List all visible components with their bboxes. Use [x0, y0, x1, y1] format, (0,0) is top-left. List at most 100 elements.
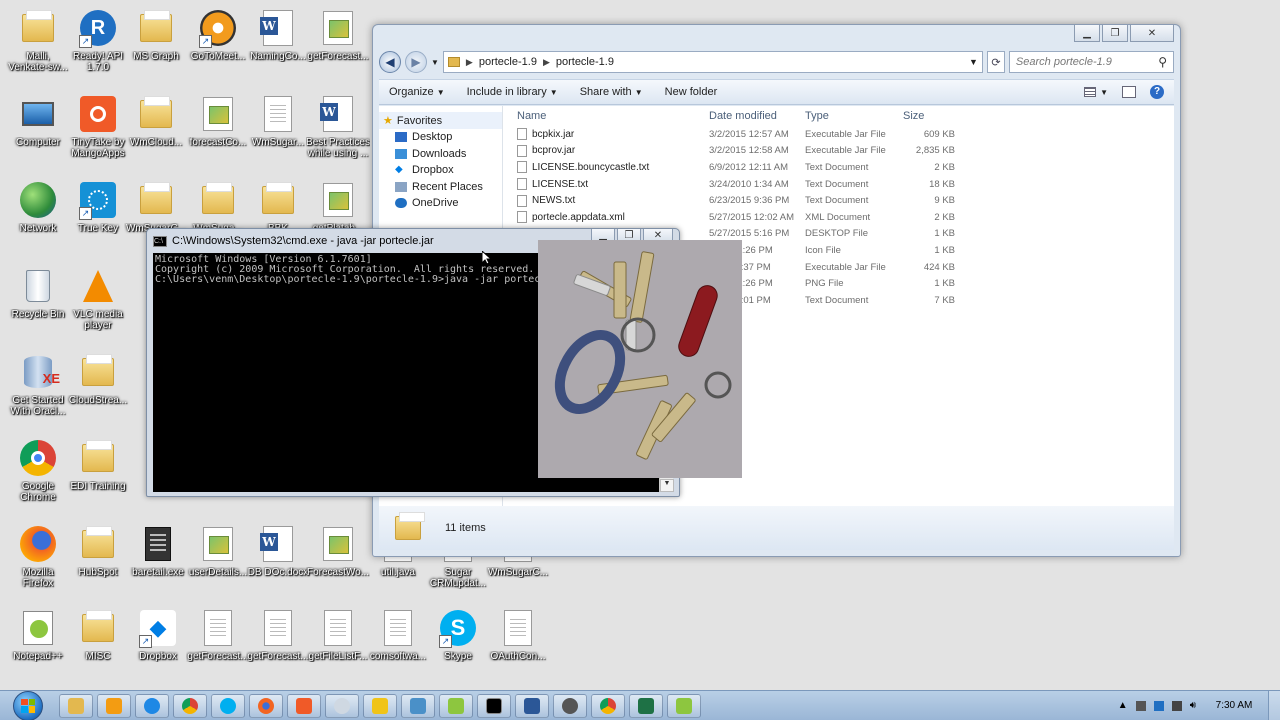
- file-row[interactable]: LICENSE.txt 3/24/2010 1:34 AM Text Documen…: [503, 176, 1174, 193]
- desktop-icon-skype[interactable]: S Skype: [426, 608, 490, 688]
- nav-item-downloads[interactable]: Downloads: [379, 146, 502, 163]
- desktop-icon-forecastco[interactable]: forecastCo...: [186, 94, 250, 174]
- scroll-down-arrow-icon[interactable]: ▼: [660, 479, 674, 492]
- desktop-icon-best-practices[interactable]: W Best Practices while using ...: [306, 94, 370, 174]
- desktop-icon-wmsugar[interactable]: WmSugar...: [246, 94, 310, 174]
- desktop-icon-getfilelist[interactable]: getFileListF...: [306, 608, 370, 688]
- desktop-icon-label: ForecastWo...: [306, 567, 370, 578]
- breadcrumb-item[interactable]: portecle-1.9: [479, 56, 537, 68]
- firefox-icon: [19, 524, 57, 564]
- nav-item-recent-places[interactable]: Recent Places: [379, 179, 502, 196]
- taskbar-remote[interactable]: [401, 693, 435, 718]
- back-button[interactable]: ◀: [379, 51, 401, 73]
- desktop-icon-true-key[interactable]: True Key: [66, 180, 130, 260]
- desktop-icon-notepad-plus-plus[interactable]: Notepad++: [6, 608, 70, 688]
- desktop-icon-label: WmSugarC...: [487, 567, 548, 578]
- taskbar-notepad-2[interactable]: [667, 693, 701, 718]
- clock[interactable]: 7:30 AM: [1212, 700, 1256, 711]
- nav-item-onedrive[interactable]: OneDrive: [379, 195, 502, 212]
- refresh-button[interactable]: ⟳: [986, 51, 1005, 73]
- search-input[interactable]: Search portecle-1.9 ⚲: [1008, 51, 1174, 73]
- file-row[interactable]: portecle.appdata.xml 5/27/2015 12:02 AM XM…: [503, 209, 1174, 226]
- taskbar-chrome[interactable]: [173, 693, 207, 718]
- desktop-icon-getforecast[interactable]: getForecast...: [306, 8, 370, 88]
- desktop-icon-vlc[interactable]: VLC media player: [66, 266, 130, 346]
- desktop-icon-oauthcon[interactable]: OAuthCon...: [486, 608, 550, 688]
- taskbar-notepad[interactable]: [439, 693, 473, 718]
- forward-button[interactable]: ▶: [405, 51, 427, 73]
- desktop-icon-ms-graph[interactable]: MS Graph: [124, 8, 188, 88]
- taskbar-outlook[interactable]: [363, 693, 397, 718]
- tray-volume-icon[interactable]: 🔊︎: [1190, 700, 1196, 711]
- desktop-icon-dropbox[interactable]: ◆ Dropbox: [126, 608, 190, 688]
- taskbar-excel[interactable]: [629, 693, 663, 718]
- share-with-menu[interactable]: Share with ▼: [580, 86, 643, 98]
- desktop-icon-google-chrome[interactable]: Google Chrome: [6, 438, 70, 518]
- column-header-date[interactable]: Date modified: [709, 110, 805, 122]
- organize-menu[interactable]: Organize ▼: [389, 86, 445, 98]
- tray-network-icon[interactable]: [1135, 700, 1146, 711]
- recent-pages-chevron-icon[interactable]: ▼: [431, 58, 439, 67]
- nav-favorites[interactable]: ★ Favorites: [379, 112, 502, 129]
- show-desktop-button[interactable]: [1268, 690, 1280, 720]
- tray-signal-icon[interactable]: [1171, 700, 1182, 711]
- preview-pane-icon[interactable]: [1122, 86, 1136, 98]
- taskbar-media-player[interactable]: [97, 693, 131, 718]
- column-header-size[interactable]: Size: [899, 110, 955, 122]
- taskbar-word[interactable]: [515, 693, 549, 718]
- desktop-icon-oracle-xe[interactable]: XE Get Started With Oracl...: [6, 352, 70, 432]
- taskbar-ie[interactable]: [135, 693, 169, 718]
- desktop-icon-namingco[interactable]: W NamingCo...: [246, 8, 310, 88]
- taskbar-settings[interactable]: [553, 693, 587, 718]
- file-row[interactable]: bcpkix.jar 3/2/2015 12:57 AM Executable Ja…: [503, 126, 1174, 143]
- tray-app-icon[interactable]: [1153, 700, 1164, 711]
- taskbar-explorer[interactable]: [59, 693, 93, 718]
- desktop-icon-db-doc[interactable]: W DB DOc.docx: [246, 524, 310, 604]
- desktop-icon-gotomeeting[interactable]: GoToMeet...: [186, 8, 250, 88]
- column-header-name[interactable]: Name: [503, 110, 709, 122]
- new-folder-button[interactable]: New folder: [665, 86, 718, 98]
- close-button[interactable]: ✕: [1130, 25, 1174, 42]
- desktop-icon-user-folder[interactable]: Malli, Venkate-sw...: [6, 8, 70, 88]
- taskbar-skype[interactable]: [211, 693, 245, 718]
- desktop-icon-comsoftwa[interactable]: comsoftwa...: [366, 608, 430, 688]
- desktop-icon-hubspot[interactable]: HubSpot: [66, 524, 130, 604]
- desktop-icon-network[interactable]: Network: [6, 180, 70, 260]
- nav-item-dropbox[interactable]: ◆ Dropbox: [379, 162, 502, 179]
- file-row[interactable]: bcprov.jar 3/2/2015 12:58 AM Executable Ja…: [503, 143, 1174, 160]
- file-row[interactable]: LICENSE.bouncycastle.txt 6/9/2012 12:11 A…: [503, 159, 1174, 176]
- column-header-type[interactable]: Type: [805, 110, 899, 122]
- start-button[interactable]: [13, 690, 43, 720]
- desktop-icon-getforecast-3[interactable]: getForecast...: [246, 608, 310, 688]
- tray-overflow-chevron-icon[interactable]: ▲: [1118, 700, 1128, 711]
- taskbar-tinytake[interactable]: [287, 693, 321, 718]
- desktop-icon-baretail[interactable]: baretail.exe: [126, 524, 190, 604]
- desktop-icon-ready-api[interactable]: R Ready! API 1.7.0: [66, 8, 130, 88]
- taskbar-search[interactable]: [325, 693, 359, 718]
- views-button[interactable]: ▼: [1084, 87, 1108, 97]
- taskbar-firefox[interactable]: [249, 693, 283, 718]
- taskbar-cmd[interactable]: [477, 693, 511, 718]
- taskbar-chrome-2[interactable]: [591, 693, 625, 718]
- desktop-icon-wmcloud[interactable]: WmCloud...: [124, 94, 188, 174]
- desktop-icon-getforecast-2[interactable]: getForecast...: [186, 608, 250, 688]
- address-bar[interactable]: ▶ portecle-1.9 ▶ portecle-1.9 ▼: [442, 51, 983, 73]
- maximize-button[interactable]: ❐: [1102, 25, 1128, 42]
- desktop-icon-edi-training[interactable]: EDI Training: [66, 438, 130, 518]
- desktop-icon-userdetails[interactable]: userDetails...: [186, 524, 250, 604]
- desktop-icon-forecastwo[interactable]: ForecastWo...: [306, 524, 370, 604]
- address-dropdown-icon[interactable]: ▼: [969, 57, 978, 67]
- minimize-button[interactable]: ▁: [1074, 25, 1100, 42]
- nav-item-desktop[interactable]: Desktop: [379, 129, 502, 146]
- desktop-icon-recycle-bin[interactable]: Recycle Bin: [6, 266, 70, 346]
- word-icon: [524, 697, 540, 714]
- help-icon[interactable]: ?: [1150, 85, 1164, 99]
- desktop-icon-misc[interactable]: MISC: [66, 608, 130, 688]
- include-in-library-menu[interactable]: Include in library ▼: [467, 86, 558, 98]
- file-row[interactable]: NEWS.txt 6/23/2015 9:36 PM Text Document 9 …: [503, 192, 1174, 209]
- breadcrumb-item[interactable]: portecle-1.9: [556, 56, 614, 68]
- desktop-icon-computer[interactable]: Computer: [6, 94, 70, 174]
- desktop-icon-mozilla-firefox[interactable]: Mozilla Firefox: [6, 524, 70, 604]
- desktop-icon-tinytake[interactable]: TinyTake by MangoApps: [66, 94, 130, 174]
- desktop-icon-cloudstrea[interactable]: CloudStrea...: [66, 352, 130, 432]
